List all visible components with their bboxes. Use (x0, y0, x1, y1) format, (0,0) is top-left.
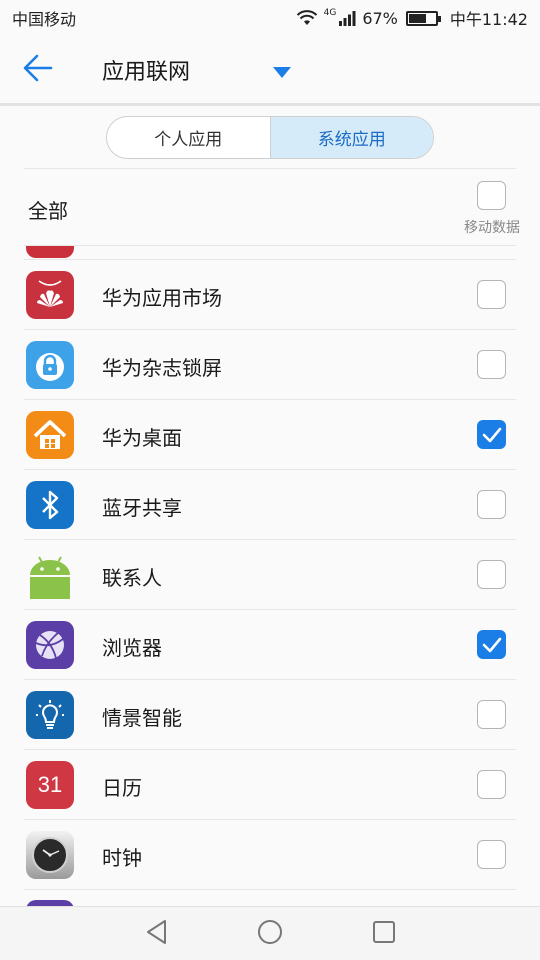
status-bar: 中国移动 4G 67% 中午11:42 (0, 0, 540, 36)
list-item[interactable]: 时钟 (24, 820, 516, 890)
triangle-back-icon (145, 919, 167, 949)
caret-down-icon (273, 63, 291, 82)
list-item[interactable]: 蓝牙共享 (24, 470, 516, 540)
list-item[interactable]: 华为杂志锁屏 (24, 330, 516, 400)
circle-home-icon (257, 919, 283, 949)
app-type-tabs: 个人应用 系统应用 (106, 116, 434, 159)
browser-icon (26, 621, 74, 669)
square-recents-icon (372, 920, 396, 948)
mobile-data-checkbox[interactable] (477, 840, 506, 869)
mobile-data-checkbox[interactable] (477, 770, 506, 799)
mobile-data-column-label: 移动数据 (464, 220, 520, 236)
battery-percent: 67% (362, 8, 398, 28)
lock-icon (26, 341, 74, 389)
battery-fill (408, 13, 426, 23)
list-item[interactable]: 情景智能 (24, 680, 516, 750)
list-item[interactable]: 华为应用市场 (24, 260, 516, 330)
android-icon (26, 551, 74, 599)
list-item[interactable]: 华为桌面 (24, 400, 516, 470)
title-dropdown-button[interactable] (262, 58, 302, 86)
nav-recents-button[interactable] (370, 920, 398, 948)
app-name: 华为桌面 (102, 426, 182, 450)
mobile-data-checkbox[interactable] (477, 420, 506, 449)
app-name: 浏览器 (102, 636, 162, 660)
list-item[interactable]: 浏览器 (24, 610, 516, 680)
clock-time: 中午11:42 (449, 10, 528, 29)
app-name: 情景智能 (102, 706, 182, 730)
mobile-data-checkbox[interactable] (477, 280, 506, 309)
carrier-label: 中国移动 (12, 10, 77, 29)
nav-back-button[interactable] (142, 919, 170, 949)
app-icon-partial (26, 246, 74, 258)
app-name: 华为杂志锁屏 (102, 356, 222, 380)
bulb-icon (26, 691, 74, 739)
list-item[interactable]: 联系人 (24, 540, 516, 610)
tab-personal-apps[interactable]: 个人应用 (107, 117, 270, 158)
network-type-label: 4G (323, 8, 337, 18)
app-name: 华为应用市场 (102, 286, 222, 310)
mobile-data-checkbox[interactable] (477, 560, 506, 589)
back-button[interactable] (0, 35, 84, 105)
home-icon (26, 411, 74, 459)
mobile-data-checkbox[interactable] (477, 630, 506, 659)
nav-home-button[interactable] (256, 919, 284, 949)
page-title: 应用联网 (102, 59, 191, 85)
clock-icon (26, 831, 74, 879)
app-list: 华为应用市场 华为杂志锁屏 华为桌面 蓝牙共享 联系人 浏览器 情景智能 31 … (24, 260, 516, 890)
select-all-row[interactable]: 全部 移动数据 (24, 168, 520, 246)
bluetooth-icon (26, 481, 74, 529)
list-item[interactable]: 31 日历 (24, 750, 516, 820)
tab-system-apps[interactable]: 系统应用 (269, 117, 433, 158)
status-icons: 4G 67% 中午11:42 (296, 6, 528, 30)
select-all-label: 全部 (28, 199, 68, 223)
checkmark-icon (482, 427, 501, 442)
app-name: 日历 (102, 776, 142, 800)
wifi-icon (296, 10, 318, 26)
app-bar: 应用联网 (0, 36, 540, 106)
calendar-icon: 31 (26, 761, 74, 809)
mobile-data-checkbox[interactable] (477, 700, 506, 729)
battery-icon (405, 10, 441, 26)
app-name: 时钟 (102, 846, 142, 870)
checkmark-icon (482, 637, 501, 652)
signal-icon (338, 10, 356, 26)
navigation-bar (0, 906, 540, 960)
mobile-data-checkbox[interactable] (477, 490, 506, 519)
list-item-partial (24, 246, 516, 260)
huawei-appgallery-icon (26, 271, 74, 319)
app-name: 联系人 (102, 566, 162, 590)
app-name: 蓝牙共享 (102, 496, 182, 520)
arrow-left-icon (23, 54, 53, 86)
calendar-day-number: 31 (37, 772, 63, 797)
mobile-data-checkbox[interactable] (477, 350, 506, 379)
select-all-checkbox[interactable] (477, 181, 506, 210)
